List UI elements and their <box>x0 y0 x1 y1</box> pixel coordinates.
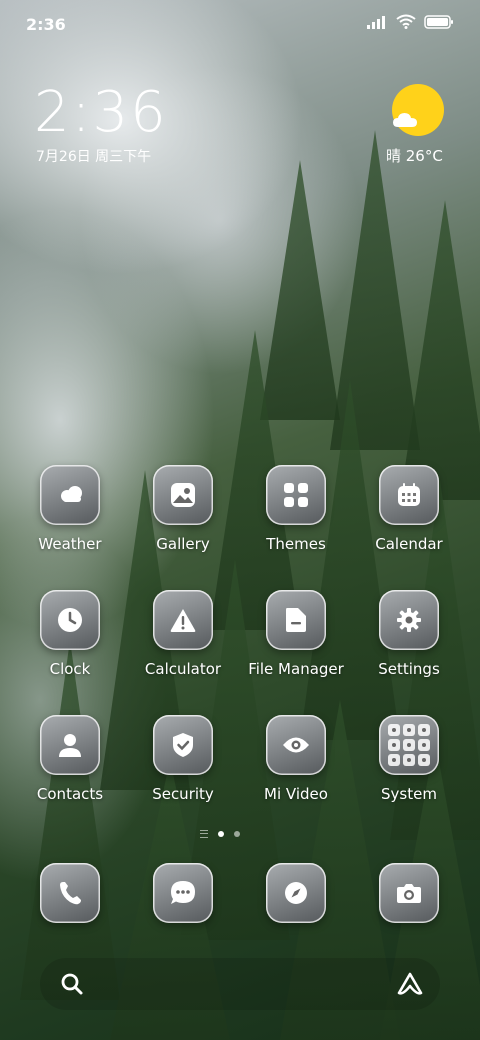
app-weather[interactable]: Weather <box>15 465 125 553</box>
dock-messages[interactable] <box>128 863 238 923</box>
app-label: Contacts <box>36 785 104 803</box>
app-label: Themes <box>266 535 326 553</box>
app-calendar[interactable]: Calendar <box>354 465 464 553</box>
page-indicator[interactable] <box>200 830 240 838</box>
app-label: Calendar <box>375 535 443 553</box>
gear-icon <box>379 590 439 650</box>
warning-triangle-icon <box>153 590 213 650</box>
person-icon <box>40 715 100 775</box>
calendar-icon <box>379 465 439 525</box>
app-label: Calculator <box>144 660 222 678</box>
eye-icon <box>266 715 326 775</box>
folder-system[interactable]: System <box>354 715 464 803</box>
app-label: System <box>381 785 437 803</box>
app-contacts[interactable]: Contacts <box>15 715 125 803</box>
app-label: Gallery <box>156 535 210 553</box>
status-bar: 2:36 <box>0 0 480 48</box>
weather-cloud-icon <box>40 465 100 525</box>
assistant-icon[interactable] <box>396 971 424 997</box>
battery-icon <box>424 14 453 29</box>
dock-phone[interactable] <box>15 863 125 923</box>
themes-grid-icon <box>266 465 326 525</box>
app-security[interactable]: Security <box>128 715 238 803</box>
search-icon[interactable] <box>60 972 84 996</box>
app-label: Weather <box>38 535 102 553</box>
app-calculator[interactable]: Calculator <box>128 590 238 678</box>
home-clock-time[interactable]: 2:36 <box>34 80 168 145</box>
status-time: 2:36 <box>26 15 66 34</box>
app-label: File Manager <box>248 660 344 678</box>
page-dot-active <box>218 831 224 837</box>
folder-icon <box>266 590 326 650</box>
wifi-icon <box>396 14 416 29</box>
app-label: Settings <box>378 660 440 678</box>
app-settings[interactable]: Settings <box>354 590 464 678</box>
phone-icon <box>40 863 100 923</box>
app-themes[interactable]: Themes <box>241 465 351 553</box>
dock-browser[interactable] <box>241 863 351 923</box>
weather-text: 晴 26°C <box>386 147 443 165</box>
page-list-icon <box>200 830 208 838</box>
folder-grid-icon <box>379 715 439 775</box>
gallery-image-icon <box>153 465 213 525</box>
clock-icon <box>40 590 100 650</box>
camera-icon <box>379 863 439 923</box>
app-gallery[interactable]: Gallery <box>128 465 238 553</box>
weather-cloud-icon <box>393 113 417 127</box>
app-file-manager[interactable]: File Manager <box>241 590 351 678</box>
app-mi-video[interactable]: Mi Video <box>241 715 351 803</box>
signal-icon <box>367 15 385 29</box>
app-clock[interactable]: Clock <box>15 590 125 678</box>
search-bar[interactable] <box>40 958 440 1010</box>
app-label: Clock <box>49 660 91 678</box>
weather-sun-icon[interactable] <box>392 84 444 136</box>
dock-camera[interactable] <box>354 863 464 923</box>
home-clock-date: 7月26日 周三下午 <box>36 149 152 165</box>
app-label: Security <box>152 785 214 803</box>
page-dot <box>234 831 240 837</box>
message-icon <box>153 863 213 923</box>
app-label: Mi Video <box>264 785 328 803</box>
compass-icon <box>266 863 326 923</box>
shield-check-icon <box>153 715 213 775</box>
